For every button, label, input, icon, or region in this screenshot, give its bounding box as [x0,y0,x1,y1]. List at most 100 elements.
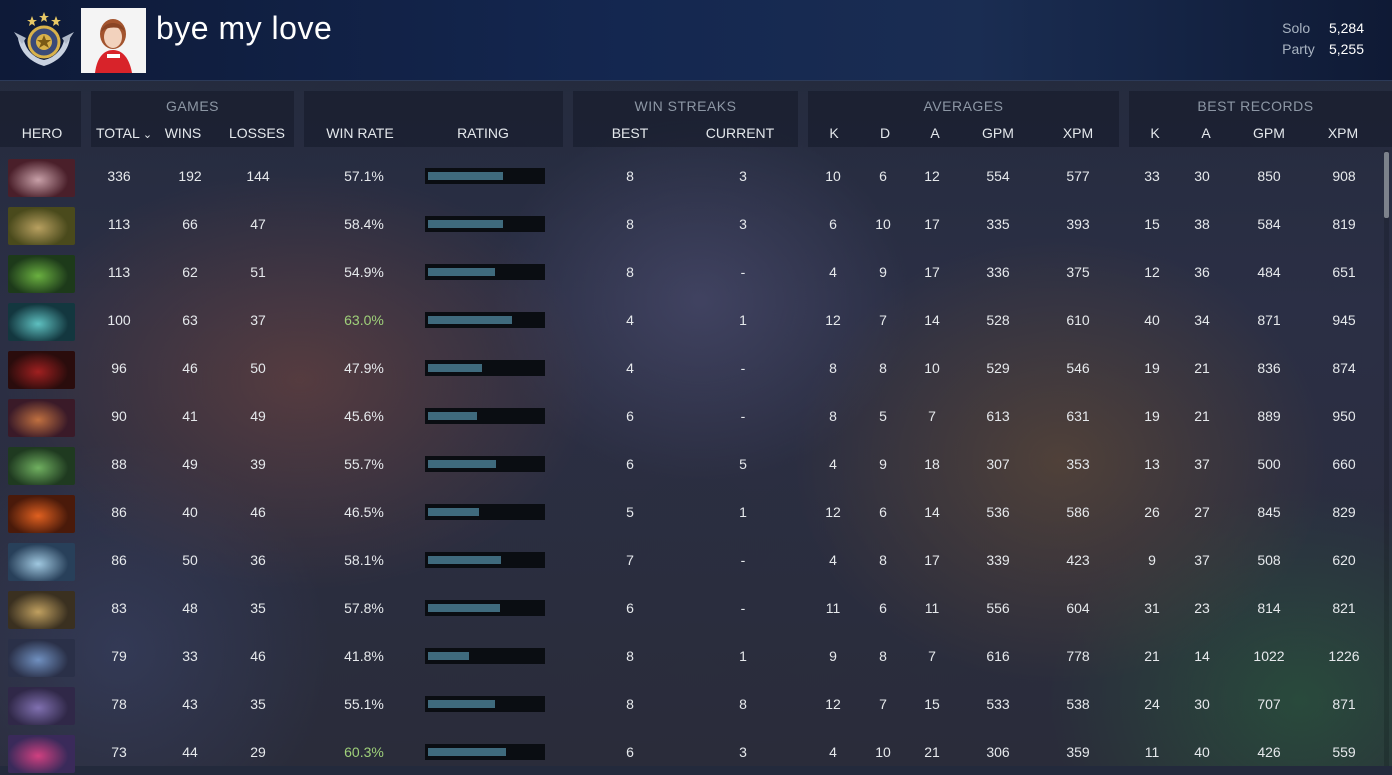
best-streak-cell: 6 [626,408,634,424]
avg-assists-cell: 17 [924,264,940,280]
avg-assists-cell: 11 [924,600,940,616]
best-xpm-cell: 950 [1332,408,1356,424]
ember-spirit-portrait-icon[interactable] [8,495,75,533]
avg-kills-column-header[interactable]: K [819,125,849,141]
table-row[interactable]: 113 62 51 54.9% 8-4 9 17 336 375 12 36 484 651 [0,247,1380,295]
best-streak-column-header[interactable]: BEST [600,125,660,141]
table-row[interactable]: 96 46 50 47.9% 4-8 8 10 529 546 19 21 836 874 [0,343,1380,391]
avg-assists-cell: 18 [924,456,940,472]
avg-xpm-cell: 604 [1066,600,1090,616]
total-cell: 336 [107,168,131,184]
puck-portrait-icon[interactable] [8,303,75,341]
total-column-header[interactable]: TOTAL [91,125,157,141]
best-assists-cell: 23 [1194,600,1210,616]
table-row[interactable]: 113 66 47 58.4% 8 3 6 10 17 335 393 15 38 584 819 [0,199,1380,247]
avg-gpm-cell: 613 [986,408,1010,424]
wins-cell: 50 [182,552,198,568]
rating-bar-fill [428,748,506,756]
table-row[interactable]: 73 44 29 60.3% 6 3 4 10 21 306 359 11 40 426 559 [0,727,1380,775]
avg-assists-column-header[interactable]: A [920,125,950,141]
rating-bar-fill [428,220,503,228]
avg-assists-cell: 12 [924,168,940,184]
tinker-portrait-icon[interactable] [8,207,75,245]
table-row[interactable]: 78 43 35 55.1% 8 8 12 7 15 533 538 24 30 707 871 [0,679,1380,727]
table-row[interactable]: 88 49 39 55.7% 6 5 4 9 18 307 353 13 37 500 660 [0,439,1380,487]
total-cell: 100 [107,312,131,328]
avg-gpm-cell: 536 [986,504,1010,520]
table-row[interactable]: 86 40 46 46.5% 5 1 12 6 14 536 586 26 27 845 829 [0,487,1380,535]
best-assists-cell: 21 [1194,408,1210,424]
current-streak-cell: 3 [739,168,747,184]
wins-column-header[interactable]: WINS [160,125,206,141]
avg-gpm-cell: 307 [986,456,1010,472]
best-gpm-cell: 1022 [1253,648,1285,664]
best-streak-cell: 6 [626,456,634,472]
spectre-portrait-icon[interactable] [8,687,75,725]
avg-assists-cell: 7 [928,648,936,664]
party-mmr: Party 5,255 [1282,41,1364,57]
wins-cell: 33 [182,648,198,664]
best-gpm-column-header[interactable]: GPM [1247,125,1291,141]
avg-xpm-cell: 577 [1066,168,1090,184]
best-gpm-cell: 584 [1257,216,1281,232]
wins-cell: 192 [178,168,202,184]
scrollbar-thumb[interactable] [1384,152,1389,218]
games-group-title: GAMES [165,98,220,114]
best-records-group-title: BEST RECORDS [1197,98,1314,114]
shadow-fiend-portrait-icon[interactable] [8,351,75,389]
rating-bar-fill [428,652,469,660]
leshrac-portrait-icon[interactable] [8,447,75,485]
best-assists-cell: 34 [1194,312,1210,328]
table-row[interactable]: 83 48 35 57.8% 6-11 6 11 556 604 31 23 814 821 [0,583,1380,631]
rating-bar [425,360,545,376]
table-row[interactable]: 90 41 49 45.6% 6-8 5 7 613 631 19 21 889 950 [0,391,1380,439]
best-gpm-cell: 484 [1257,264,1281,280]
table-row[interactable]: 79 33 46 41.8% 8 1 9 8 7 616 778 21 14 1022 1226 [0,631,1380,679]
best-assists-cell: 36 [1194,264,1210,280]
hero-column-header[interactable]: HERO [12,125,72,141]
best-xpm-column-header[interactable]: XPM [1321,125,1365,141]
current-streak-column-header[interactable]: CURRENT [700,125,780,141]
crystal-maiden-portrait-icon[interactable] [8,543,75,581]
best-assists-column-header[interactable]: A [1191,125,1221,141]
table-row[interactable]: 336 192 144 57.1% 8 3 10 6 12 554 577 33 30 850 908 [0,151,1380,199]
rating-bar [425,216,545,232]
best-xpm-cell: 821 [1332,600,1356,616]
best-gpm-cell: 836 [1257,360,1281,376]
wins-cell: 41 [182,408,198,424]
best-streak-cell: 8 [626,696,634,712]
avg-gpm-column-header[interactable]: GPM [978,125,1018,141]
best-gpm-cell: 500 [1257,456,1281,472]
rubick-portrait-icon[interactable] [8,255,75,293]
current-streak-cell: - [740,600,746,616]
win-rate-cell: 55.7% [344,456,384,472]
meepo-portrait-icon[interactable] [8,639,75,677]
avg-gpm-cell: 339 [986,552,1010,568]
rating-bar [425,312,545,328]
best-kills-column-header[interactable]: K [1140,125,1170,141]
anti-mage-portrait-icon[interactable] [8,399,75,437]
avg-xpm-cell: 586 [1066,504,1090,520]
table-row[interactable]: 100 63 37 63.0% 4 1 12 7 14 528 610 40 34 871 945 [0,295,1380,343]
player-avatar[interactable] [81,8,146,73]
rating-bar-fill [428,508,479,516]
best-gpm-cell: 508 [1257,552,1281,568]
solo-mmr-label: Solo [1282,20,1311,36]
rating-column-header[interactable]: RATING [443,125,523,141]
losses-column-header[interactable]: LOSSES [226,125,288,141]
rating-bar [425,552,545,568]
avg-assists-cell: 21 [924,744,940,760]
invoker-portrait-icon[interactable] [8,159,75,197]
win-rate-column-header[interactable]: WIN RATE [320,125,400,141]
current-streak-cell: 5 [739,456,747,472]
losses-cell: 49 [250,408,266,424]
total-cell: 79 [111,648,127,664]
avg-xpm-column-header[interactable]: XPM [1058,125,1098,141]
avg-deaths-column-header[interactable]: D [870,125,900,141]
table-scrollbar[interactable] [1384,150,1389,766]
best-xpm-cell: 908 [1332,168,1356,184]
skywrath-mage-portrait-icon[interactable] [8,735,75,773]
clinkz-portrait-icon[interactable] [8,591,75,629]
table-row[interactable]: 86 50 36 58.1% 7-4 8 17 339 423 9 37 508 620 [0,535,1380,583]
win-rate-cell: 58.1% [344,552,384,568]
